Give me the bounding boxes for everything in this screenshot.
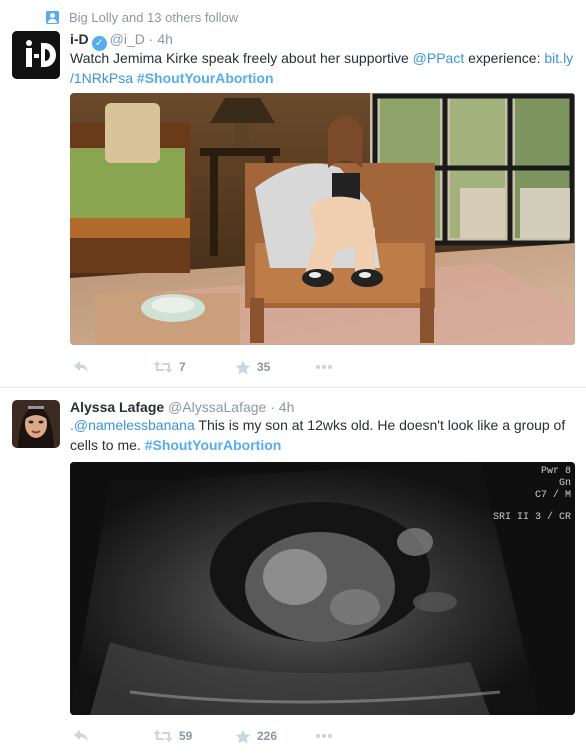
hashtag-link[interactable]: #ShoutYourAbortion bbox=[145, 437, 282, 453]
retweet-button[interactable]: 59 bbox=[153, 729, 235, 743]
ultrasound-label: Gn bbox=[558, 478, 571, 489]
star-icon bbox=[235, 360, 251, 374]
tweet-actions: 7 35 bbox=[73, 357, 333, 377]
tweet-text-part: experience: bbox=[464, 50, 545, 66]
handle[interactable]: @i_D bbox=[110, 31, 145, 47]
retweet-count: 7 bbox=[179, 360, 186, 374]
social-context: Big Lolly and 13 others follow bbox=[46, 8, 238, 26]
tweet-text: Watch Jemima Kirke speak freely about he… bbox=[70, 48, 575, 88]
tweet-divider bbox=[0, 387, 586, 388]
ultrasound-label: C7 / M bbox=[534, 490, 571, 501]
tweet-ipd[interactable]: Big Lolly and 13 others follow i-D ✓ @i_D … bbox=[0, 0, 586, 387]
reply-button[interactable] bbox=[73, 729, 153, 743]
display-name[interactable]: i-D bbox=[70, 31, 89, 47]
more-button[interactable] bbox=[315, 733, 333, 739]
url-link-continued[interactable]: /1NRkPsa bbox=[70, 70, 133, 86]
timestamp[interactable]: 4h bbox=[157, 31, 173, 47]
ultrasound-labels: Pwr 8 Gn C7 / M SRI II 3 / CR bbox=[493, 466, 571, 524]
more-icon bbox=[315, 364, 333, 370]
timestamp[interactable]: 4h bbox=[279, 399, 295, 415]
retweet-button[interactable]: 7 bbox=[153, 360, 235, 374]
handle[interactable]: @AlyssaLafage bbox=[168, 399, 266, 415]
favorite-button[interactable]: 226 bbox=[235, 729, 315, 744]
display-name[interactable]: Alyssa Lafage bbox=[70, 399, 164, 415]
reply-icon bbox=[74, 730, 88, 742]
tweet-actions: 59 226 bbox=[73, 726, 333, 746]
star-icon bbox=[235, 729, 251, 743]
favorite-count: 226 bbox=[257, 729, 278, 743]
reply-button[interactable] bbox=[73, 360, 153, 374]
more-icon bbox=[315, 733, 333, 739]
mention-link[interactable]: @PPact bbox=[413, 50, 465, 66]
hashtag-link[interactable]: #ShoutYourAbortion bbox=[137, 70, 274, 86]
separator: · bbox=[144, 31, 158, 47]
avatar[interactable] bbox=[12, 400, 60, 448]
reply-icon bbox=[74, 361, 88, 373]
ultrasound-photo[interactable]: Pwr 8 Gn C7 / M SRI II 3 / CR bbox=[70, 462, 575, 715]
social-context-text: Big Lolly and 13 others follow bbox=[69, 9, 239, 25]
tweet-photo[interactable] bbox=[70, 93, 575, 345]
ultrasound-label: SRI II 3 / CR bbox=[492, 512, 571, 523]
ultrasound-label: Pwr 8 bbox=[540, 466, 571, 477]
retweet-icon bbox=[153, 730, 173, 742]
url-link[interactable]: bit.ly bbox=[544, 50, 573, 66]
separator: · bbox=[266, 399, 279, 415]
tweet-text-part: Watch Jemima Kirke speak freely about he… bbox=[70, 50, 413, 66]
tweet-text: .@namelessbanana This is my son at 12wks… bbox=[70, 415, 575, 455]
favorite-button[interactable]: 35 bbox=[235, 360, 315, 375]
favorite-count: 35 bbox=[257, 360, 271, 374]
avatar[interactable] bbox=[12, 31, 60, 79]
more-button[interactable] bbox=[315, 364, 333, 370]
retweet-count: 59 bbox=[179, 729, 193, 743]
tweet-header: Alyssa Lafage @AlyssaLafage · 4h bbox=[70, 398, 294, 416]
person-icon bbox=[46, 10, 59, 24]
retweet-icon bbox=[153, 361, 173, 373]
mention-link[interactable]: .@namelessbanana bbox=[70, 417, 195, 433]
